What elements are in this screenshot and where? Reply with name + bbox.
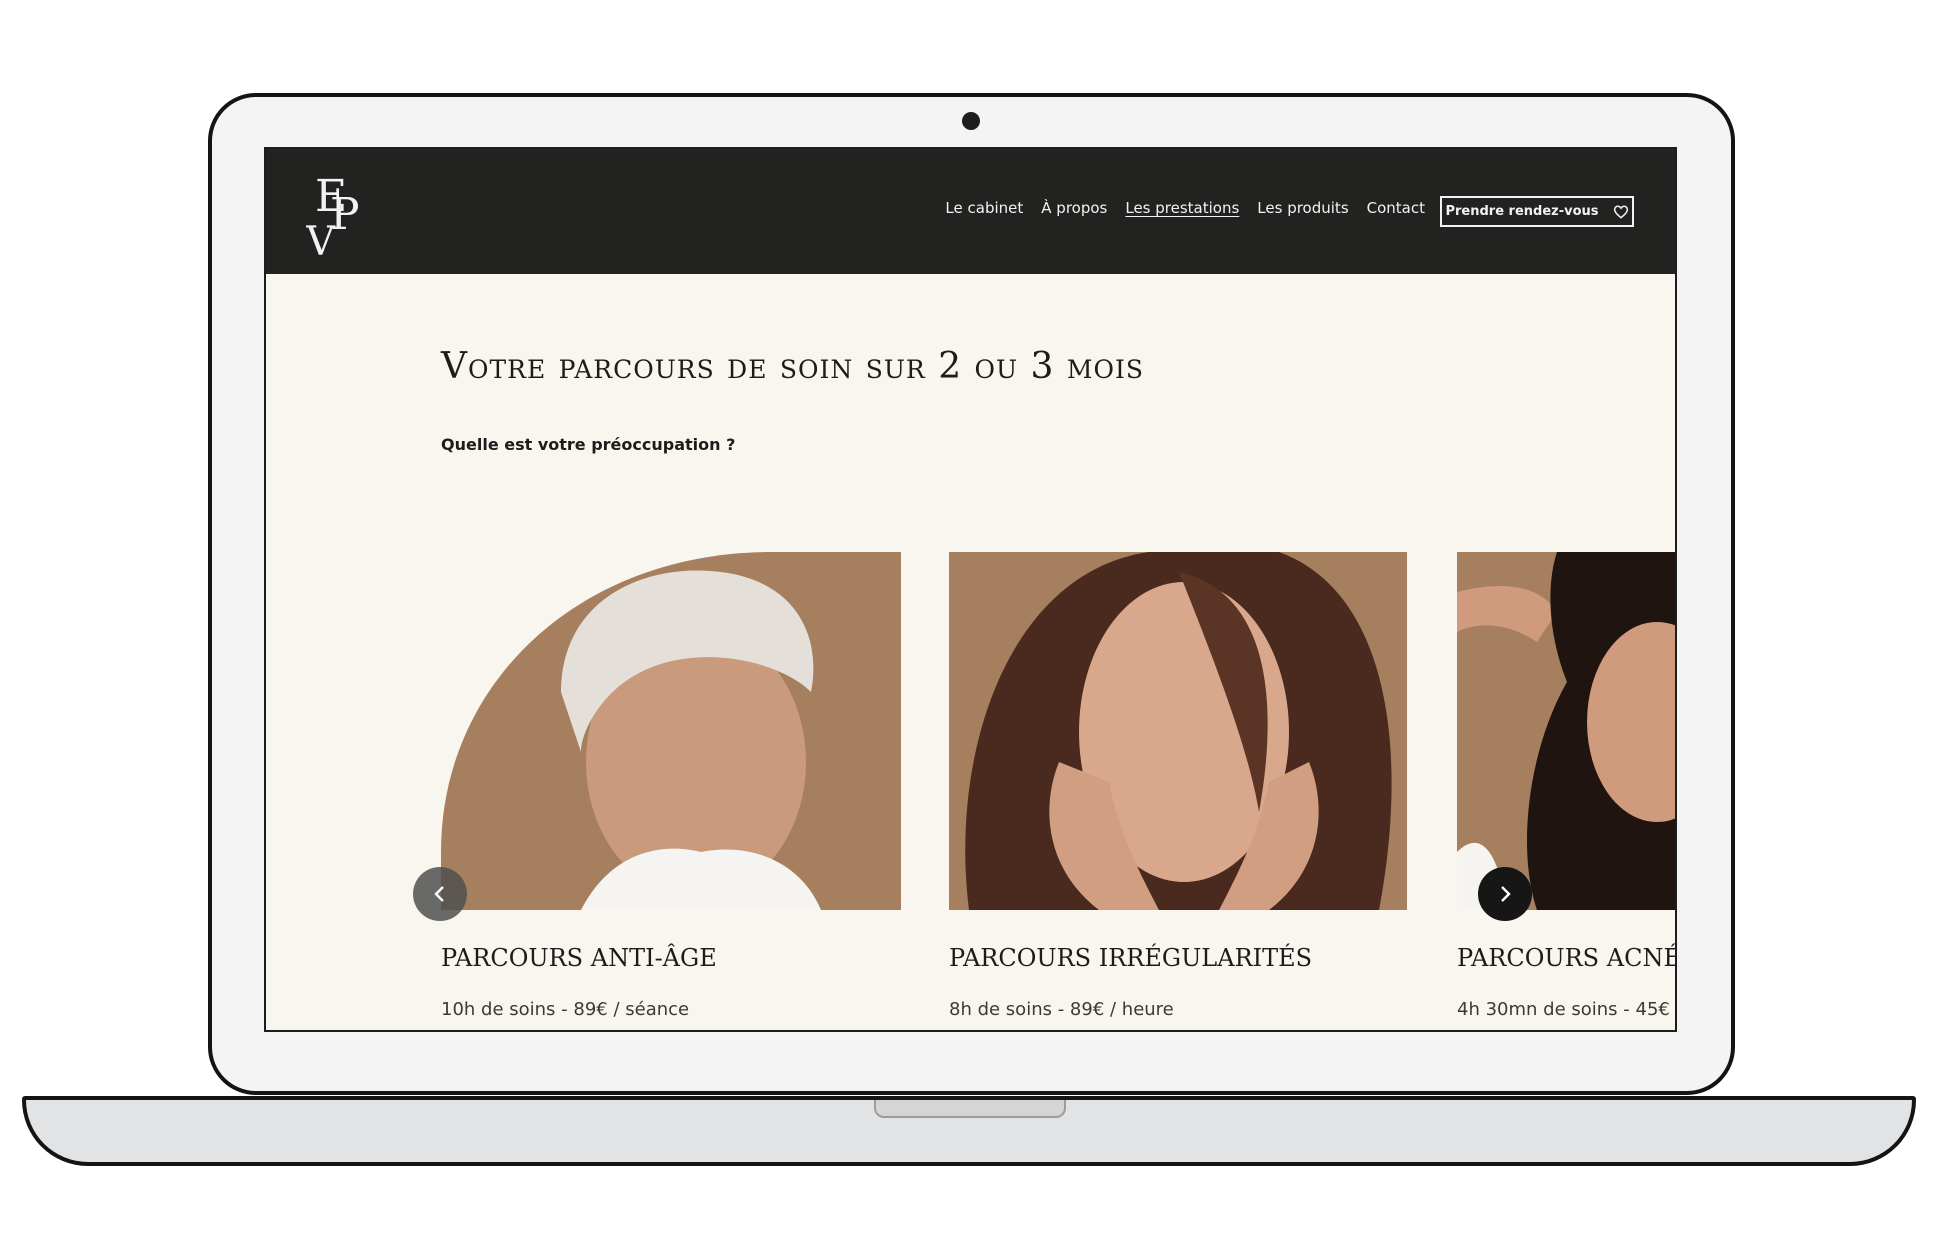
carousel-prev-button[interactable] bbox=[413, 867, 467, 921]
card-price: 10h de soins - 89€ / séance bbox=[441, 999, 690, 1020]
heart-icon bbox=[1613, 205, 1628, 219]
svg-text:V: V bbox=[306, 219, 336, 259]
book-appointment-label: Prendre rendez-vous bbox=[1445, 204, 1599, 219]
card-photo-anti-age bbox=[441, 552, 901, 910]
card-price: 4h 30mn de soins - 45€ / bbox=[1457, 999, 1677, 1020]
card-photo-irregularites bbox=[949, 552, 1407, 910]
website-screen: E P V Le cabinet À propos Les prestation… bbox=[264, 147, 1677, 1032]
webcam bbox=[962, 112, 980, 130]
chevron-right-icon bbox=[1501, 886, 1511, 902]
nav-le-cabinet[interactable]: Le cabinet bbox=[945, 199, 1023, 217]
card-title: PARCOURS ANTI-ÂGE bbox=[441, 944, 717, 972]
laptop-notch bbox=[874, 1100, 1066, 1118]
page-title: Votre parcours de soin sur 2 ou 3 mois bbox=[441, 346, 1144, 387]
main-nav: Le cabinet À propos Les prestations Les … bbox=[945, 199, 1425, 217]
nav-a-propos[interactable]: À propos bbox=[1041, 199, 1107, 217]
nav-les-produits[interactable]: Les produits bbox=[1257, 199, 1348, 217]
card-photo-acne bbox=[1457, 552, 1675, 910]
nav-contact[interactable]: Contact bbox=[1367, 199, 1425, 217]
book-appointment-button[interactable]: Prendre rendez-vous bbox=[1440, 196, 1634, 227]
card-title: PARCOURS IRRÉGULARITÉS bbox=[949, 944, 1313, 972]
carousel-next-button[interactable] bbox=[1478, 867, 1532, 921]
site-header: E P V Le cabinet À propos Les prestation… bbox=[266, 149, 1675, 274]
card-price: 8h de soins - 89€ / heure bbox=[949, 999, 1174, 1020]
brand-logo[interactable]: E P V bbox=[306, 165, 366, 259]
chevron-left-icon bbox=[434, 886, 444, 902]
card-title: PARCOURS ACNÉ A bbox=[1457, 944, 1677, 972]
page-subtitle: Quelle est votre préoccupation ? bbox=[441, 435, 736, 454]
nav-les-prestations[interactable]: Les prestations bbox=[1125, 199, 1239, 217]
